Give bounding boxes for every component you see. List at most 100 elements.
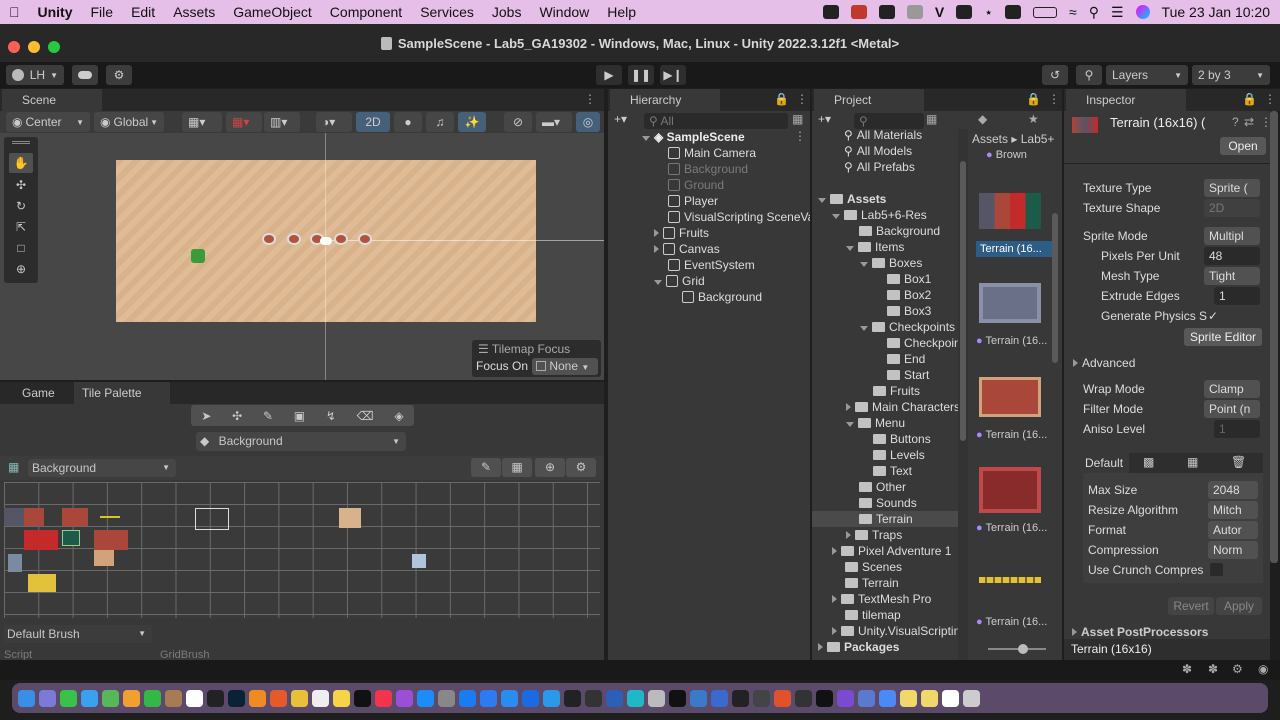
tile-background[interactable] <box>339 508 361 528</box>
status-app-icon[interactable] <box>850 5 867 19</box>
photos-icon[interactable] <box>123 689 140 707</box>
layout-dropdown[interactable]: 2 by 3 ▼ <box>1192 65 1270 85</box>
grid-snap-button[interactable]: ▦▾ <box>182 112 222 132</box>
teams-icon[interactable] <box>627 689 644 707</box>
sublime-icon[interactable] <box>249 689 266 707</box>
presets-icon[interactable]: ⇄ <box>1244 115 1254 129</box>
search-by-type-icon[interactable]: ▦ <box>926 112 937 126</box>
minimize-window-button[interactable] <box>28 41 40 53</box>
settings-dock-icon[interactable] <box>438 689 455 707</box>
expand-arrow-icon[interactable] <box>642 136 650 141</box>
asset-tile-terrain-5[interactable]: ● Terrain (16... <box>976 561 1062 629</box>
project-folder-item[interactable]: Buttons <box>812 431 960 447</box>
input-source-icon[interactable] <box>1005 5 1022 19</box>
focus-on-dropdown[interactable]: None ▼ <box>532 358 598 375</box>
expand-arrow-icon[interactable] <box>818 643 823 651</box>
shading-mode-button[interactable]: ◑▾ <box>316 112 352 132</box>
palette-grid[interactable] <box>4 482 600 618</box>
menu-edit[interactable]: Edit <box>122 4 164 20</box>
eraser-icon[interactable]: ⌫ <box>357 409 374 423</box>
xcode-icon[interactable] <box>522 689 539 707</box>
menu-jobs[interactable]: Jobs <box>483 4 531 20</box>
calendar-icon[interactable] <box>186 689 203 707</box>
camera-button[interactable]: ▬▾ <box>536 112 572 132</box>
shazam-icon[interactable] <box>459 689 476 707</box>
select-tool-icon[interactable]: ➤ <box>201 409 211 423</box>
gizmos-button[interactable]: ◎ <box>576 112 600 132</box>
hierarchy-item-player[interactable]: Player <box>668 193 718 209</box>
menu-services[interactable]: Services <box>411 4 483 20</box>
grid-button[interactable]: ▦ <box>502 458 532 477</box>
account-dropdown[interactable]: LH ▼ <box>6 65 64 85</box>
visualstudio-icon[interactable] <box>837 689 854 707</box>
firefox-icon[interactable] <box>270 689 287 707</box>
preview-icon[interactable] <box>858 689 875 707</box>
move-tool-icon[interactable]: ✣ <box>9 175 33 195</box>
project-folder-item[interactable]: Packages <box>812 639 960 655</box>
tile-terrain[interactable] <box>62 508 88 526</box>
siri-icon[interactable] <box>1135 5 1150 19</box>
steam-icon[interactable] <box>795 689 812 707</box>
mail-icon[interactable] <box>81 689 98 707</box>
lock-icon[interactable]: 🔒 <box>774 92 789 106</box>
folder-dock-icon[interactable] <box>900 689 917 707</box>
contacts-icon[interactable] <box>165 689 182 707</box>
project-folder-item[interactable]: Terrain <box>812 575 960 591</box>
podcasts-icon[interactable] <box>396 689 413 707</box>
tab-hierarchy[interactable]: Hierarchy <box>610 89 720 111</box>
fruit-sprite[interactable] <box>287 233 301 245</box>
audio-button[interactable]: ♫ <box>426 112 454 132</box>
search-button[interactable]: ⚲ <box>1076 65 1102 85</box>
lighting-status-icon[interactable]: ✽ <box>1208 662 1218 676</box>
tab-game[interactable]: Game <box>2 382 74 404</box>
tile-terrain[interactable] <box>100 516 120 518</box>
tile-terrain[interactable] <box>94 530 128 550</box>
project-folder-item[interactable]: Traps <box>812 527 960 543</box>
history-button[interactable]: ↺ <box>1042 65 1068 85</box>
menu-assets[interactable]: Assets <box>164 4 224 20</box>
hierarchy-item-canvas[interactable]: Canvas <box>654 241 720 257</box>
platform-tab-default[interactable]: Default <box>1083 453 1129 473</box>
hierarchy-item-grid[interactable]: Grid <box>654 273 705 289</box>
mesh-type-dropdown[interactable]: Tight <box>1204 267 1260 285</box>
cloud-button[interactable] <box>72 65 98 85</box>
tile-terrain[interactable] <box>24 530 58 550</box>
project-scrollbar[interactable] <box>960 161 966 441</box>
project-folder-item[interactable]: Background <box>812 223 960 239</box>
spotlight-search-icon[interactable]: ⚲ <box>1089 4 1099 21</box>
tile-terrain[interactable] <box>94 550 114 566</box>
cache-icon[interactable]: ⚙ <box>1232 662 1243 676</box>
monitor-icon[interactable]: ▩ <box>1143 455 1154 469</box>
panel-menu-icon[interactable]: ⋮ <box>796 92 808 106</box>
hierarchy-item-main-camera[interactable]: Main Camera <box>668 145 756 161</box>
tab-inspector[interactable]: Inspector <box>1066 89 1186 111</box>
compression-dropdown[interactable]: Norm <box>1208 541 1258 559</box>
fruit-sprite[interactable] <box>358 233 372 245</box>
asset-tile-terrain-3[interactable]: ● Terrain (16... <box>976 375 1062 443</box>
hierarchy-item-background[interactable]: Background <box>668 161 748 177</box>
pivot-dropdown[interactable]: ◉ Center ▼ <box>6 112 90 132</box>
visibility-button[interactable]: ⊘ <box>504 112 532 132</box>
vscode-icon[interactable] <box>543 689 560 707</box>
expand-arrow-icon[interactable] <box>846 422 854 427</box>
menu-app[interactable]: Unity <box>29 4 82 20</box>
project-folder-item[interactable]: Menu <box>812 415 960 431</box>
expand-arrow-icon[interactable] <box>846 403 851 411</box>
project-folder-item[interactable]: Terrain <box>812 511 960 527</box>
toggle-2d-button[interactable]: 2D <box>356 112 390 132</box>
breadcrumb-item[interactable]: Lab5+ <box>1021 132 1055 146</box>
maps-icon[interactable] <box>102 689 119 707</box>
open-button[interactable]: Open <box>1220 137 1266 155</box>
tool-icon[interactable] <box>732 689 749 707</box>
project-folder-item[interactable]: Assets <box>812 191 960 207</box>
project-folder-item[interactable]: Start <box>812 367 960 383</box>
favorite-all-prefabs[interactable]: ⚲ All Prefabs <box>844 159 915 175</box>
zalo2-icon[interactable] <box>879 689 896 707</box>
terminal-icon[interactable] <box>207 689 224 707</box>
hierarchy-scene-root[interactable]: ◈ SampleScene <box>642 129 810 145</box>
crunch-checkbox[interactable] <box>1210 563 1223 576</box>
expand-arrow-icon[interactable] <box>860 326 868 331</box>
tab-project[interactable]: Project <box>814 89 924 111</box>
project-folder-item[interactable]: Checkpoints <box>812 319 960 335</box>
advanced-foldout[interactable]: Advanced <box>1073 354 1135 372</box>
